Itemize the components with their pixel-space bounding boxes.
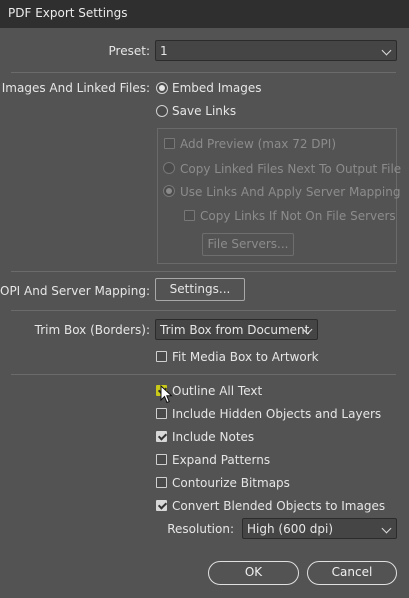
title-bar: PDF Export Settings <box>0 0 409 28</box>
trim-box-dropdown[interactable]: Trim Box from Document <box>155 319 318 340</box>
separator <box>11 72 396 73</box>
expand-patterns-checkbox[interactable] <box>156 454 167 465</box>
file-servers-button[interactable]: File Servers... <box>202 233 294 256</box>
ok-button[interactable]: OK <box>208 561 299 585</box>
add-preview-label: Add Preview (max 72 DPI) <box>180 137 336 151</box>
chevron-down-icon <box>381 45 392 56</box>
convert-blended-checkbox[interactable] <box>156 500 167 511</box>
chevron-down-icon <box>381 523 392 534</box>
outline-all-text-label: Outline All Text <box>172 384 263 398</box>
preset-label: Preset: <box>108 44 150 58</box>
window-title: PDF Export Settings <box>8 6 128 20</box>
copy-links-if-label: Copy Links If Not On File Servers <box>200 209 396 223</box>
convert-blended-label: Convert Blended Objects to Images <box>172 499 386 513</box>
use-links-label: Use Links And Apply Server Mapping <box>180 185 401 199</box>
resolution-dropdown[interactable]: High (600 dpi) <box>242 518 397 539</box>
include-notes-label: Include Notes <box>172 430 255 444</box>
copy-linked-files-radio[interactable] <box>163 162 175 174</box>
include-hidden-label: Include Hidden Objects and Layers <box>172 407 382 421</box>
separator <box>11 271 396 272</box>
expand-patterns-label: Expand Patterns <box>172 453 271 467</box>
opi-label: OPI And Server Mapping: <box>0 284 150 298</box>
contourize-bitmaps-checkbox[interactable] <box>156 477 167 488</box>
preset-dropdown[interactable]: 1 <box>155 40 397 61</box>
resolution-label: Resolution: <box>167 522 234 536</box>
add-preview-checkbox[interactable] <box>164 138 175 149</box>
trim-box-value: Trim Box from Document <box>160 323 310 337</box>
opi-settings-button[interactable]: Settings... <box>155 278 245 301</box>
copy-links-if-checkbox[interactable] <box>184 210 195 221</box>
cancel-button[interactable]: Cancel <box>307 561 397 585</box>
embed-images-radio[interactable] <box>156 82 168 94</box>
copy-linked-files-label: Copy Linked Files Next To Output File <box>180 162 402 176</box>
mouse-cursor-icon <box>160 385 173 404</box>
use-links-radio[interactable] <box>163 185 175 197</box>
trim-box-label: Trim Box (Borders): <box>34 323 150 337</box>
images-linked-label: Images And Linked Files: <box>1 81 150 95</box>
preset-value: 1 <box>160 44 168 58</box>
fit-media-box-checkbox[interactable] <box>156 351 167 362</box>
separator <box>11 310 396 311</box>
separator <box>11 374 396 375</box>
resolution-value: High (600 dpi) <box>247 522 334 536</box>
include-hidden-checkbox[interactable] <box>156 408 167 419</box>
save-links-radio[interactable] <box>156 105 168 117</box>
embed-images-label: Embed Images <box>172 81 262 95</box>
include-notes-checkbox[interactable] <box>156 431 167 442</box>
save-links-label: Save Links <box>172 104 237 118</box>
contourize-bitmaps-label: Contourize Bitmaps <box>172 476 290 490</box>
fit-media-box-label: Fit Media Box to Artwork <box>172 350 319 364</box>
